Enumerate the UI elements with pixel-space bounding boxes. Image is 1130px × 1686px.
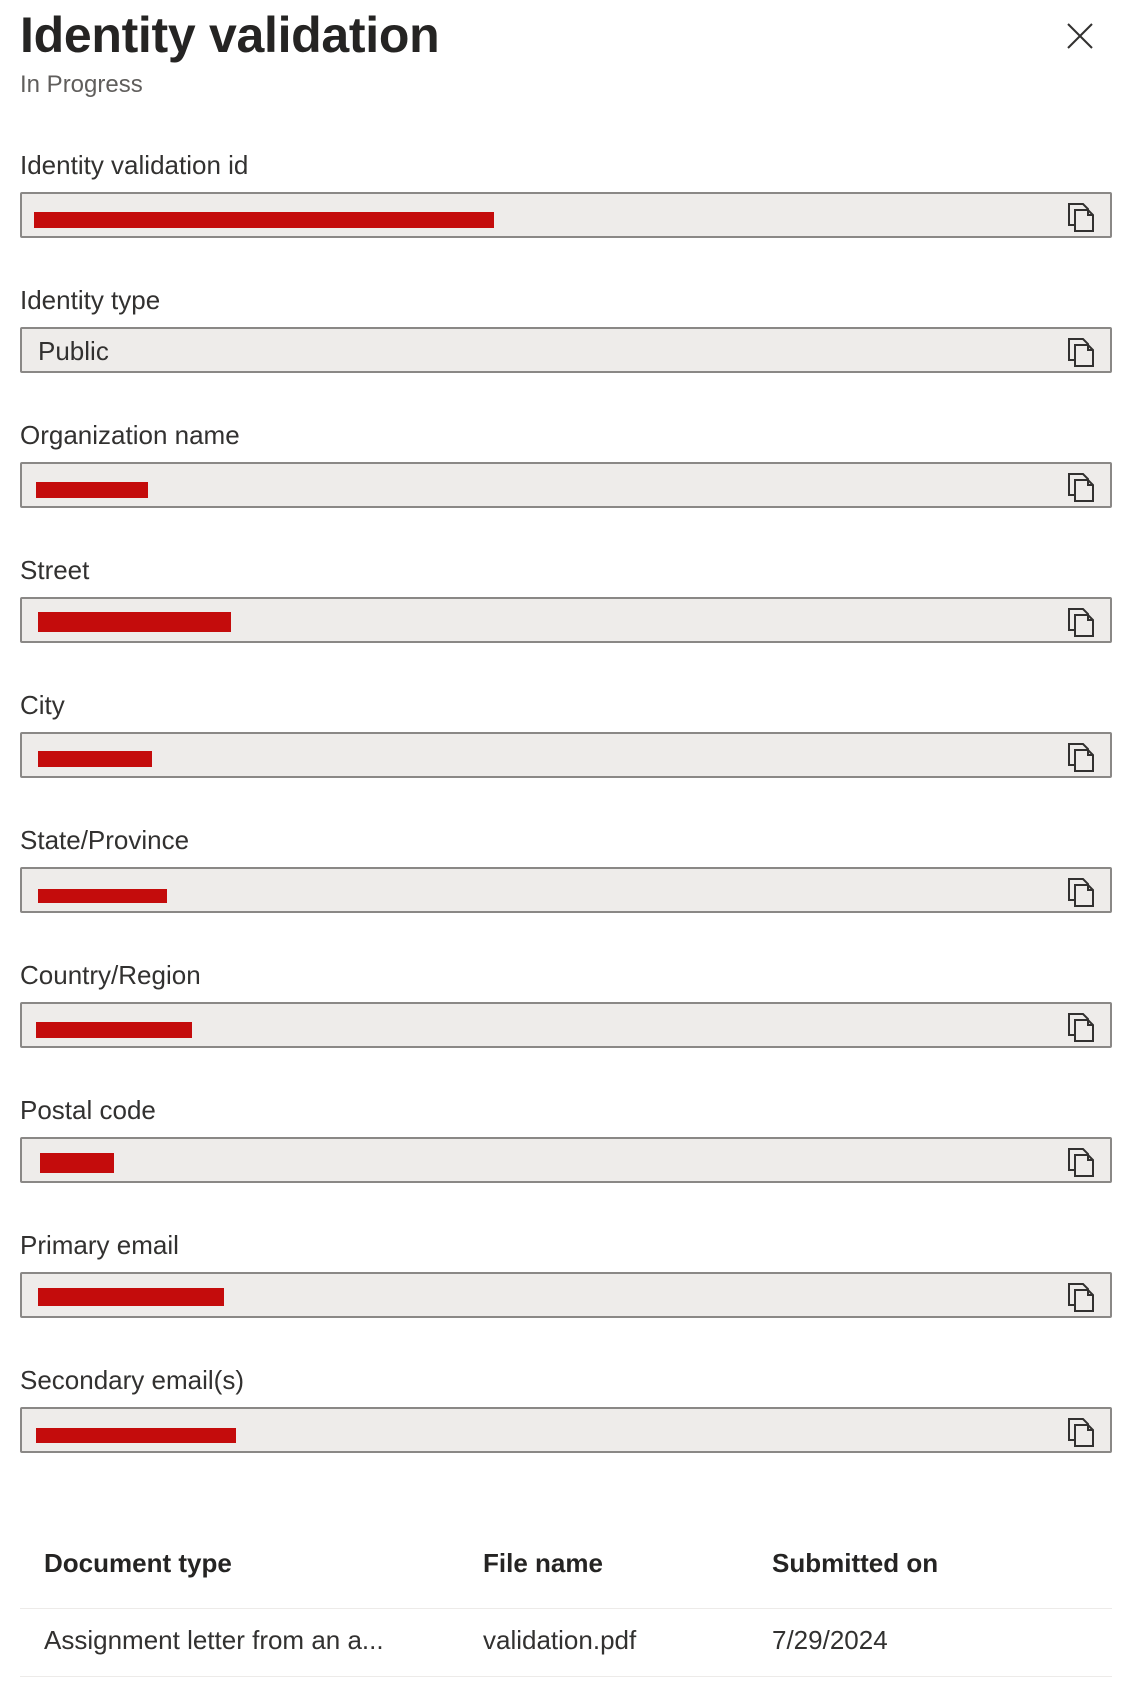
redaction-mark [38, 1288, 224, 1306]
field-label-street: Street [20, 555, 90, 585]
field-label-identity-type: Identity type [20, 285, 161, 315]
field-label-secondary-emails: Secondary email(s) [20, 1365, 244, 1395]
copy-icon[interactable] [1066, 1416, 1096, 1448]
copy-icon[interactable] [1066, 876, 1096, 908]
redaction-mark [36, 1022, 192, 1038]
field-value: Public [38, 336, 109, 366]
field-label-state-province: State/Province [20, 825, 190, 855]
redaction-mark [40, 1153, 114, 1173]
city-field[interactable] [20, 732, 1112, 778]
field-label-identity-validation-id: Identity validation id [20, 150, 249, 180]
street-field[interactable] [20, 597, 1112, 643]
redaction-mark [38, 612, 231, 632]
field-label-organization-name: Organization name [20, 420, 240, 450]
field-label-postal-code: Postal code [20, 1095, 156, 1125]
field-label-primary-email: Primary email [20, 1230, 179, 1260]
identity-validation-id-field[interactable] [20, 192, 1112, 238]
status-text: In Progress [20, 71, 143, 98]
row-divider [20, 1676, 1112, 1677]
copy-icon[interactable] [1066, 336, 1096, 368]
close-icon[interactable] [1064, 20, 1096, 52]
column-header-submitted-on[interactable]: Submitted on [772, 1548, 938, 1579]
primary-email-field[interactable] [20, 1272, 1112, 1318]
cell-submitted-on: 7/29/2024 [772, 1625, 888, 1655]
field-label-country-region: Country/Region [20, 960, 201, 990]
secondary-emails-field[interactable] [20, 1407, 1112, 1453]
copy-icon[interactable] [1066, 741, 1096, 773]
copy-icon[interactable] [1066, 1011, 1096, 1043]
column-header-document-type[interactable]: Document type [44, 1548, 232, 1579]
redaction-mark [38, 889, 167, 903]
copy-icon[interactable] [1066, 606, 1096, 638]
header-divider [20, 1608, 1112, 1609]
identity-validation-panel: Identity validation In Progress Identity… [0, 0, 1130, 1686]
cell-file-name[interactable]: validation.pdf [483, 1625, 636, 1656]
field-label-city: City [20, 690, 65, 720]
organization-name-field[interactable] [20, 462, 1112, 508]
state-province-field[interactable] [20, 867, 1112, 913]
country-region-field[interactable] [20, 1002, 1112, 1048]
copy-icon[interactable] [1066, 1146, 1096, 1178]
redaction-mark [38, 751, 152, 767]
column-header-file-name[interactable]: File name [483, 1548, 603, 1579]
identity-type-field[interactable]: Public [20, 327, 1112, 373]
copy-icon[interactable] [1066, 471, 1096, 503]
redaction-mark [34, 212, 494, 228]
postal-code-field[interactable] [20, 1137, 1112, 1183]
redaction-mark [36, 1428, 236, 1443]
redaction-mark [36, 482, 148, 498]
cell-document-type: Assignment letter from an a... [44, 1625, 384, 1655]
page-title: Identity validation [20, 7, 440, 63]
copy-icon[interactable] [1066, 201, 1096, 233]
copy-icon[interactable] [1066, 1281, 1096, 1313]
